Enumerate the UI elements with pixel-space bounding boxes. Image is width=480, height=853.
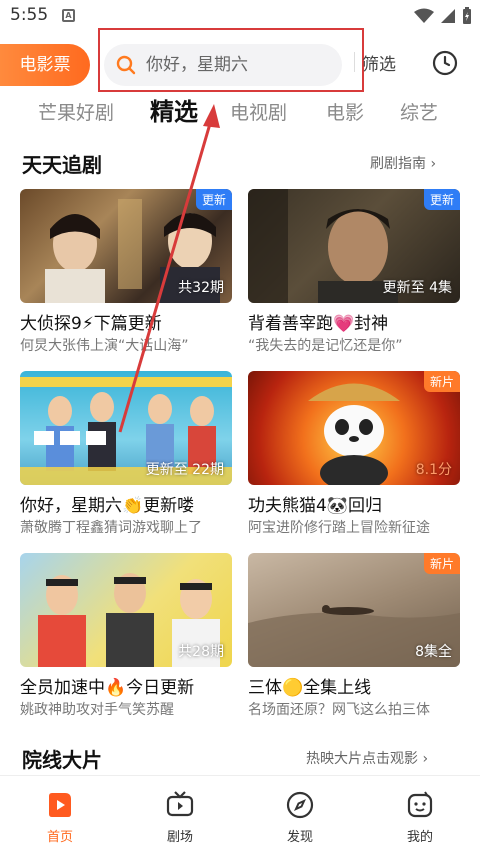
card-subtitle: 名场面还原？网飞这么拍三体	[248, 702, 430, 718]
section-title-daily: 天天追剧	[22, 153, 102, 177]
card-subtitle: 萧敬腾丁程鑫猜词游戏聊上了	[20, 520, 202, 536]
card-title: 你好，星期六👏更新喽	[20, 496, 195, 516]
card-subtitle: 阿宝进阶修行踏上冒险新征途	[248, 520, 430, 536]
video-card[interactable]: 共28期 全员加速中🔥今日更新 姚政神助攻对手气笑苏醒	[20, 553, 232, 725]
card-subtitle: “我失去的是记忆还是你”	[248, 338, 403, 354]
card-episode-count: 8集全	[415, 644, 452, 660]
card-thumbnail: 更新至 22期	[20, 371, 232, 485]
status-time: 5:55	[10, 5, 49, 25]
card-thumbnail: 新片 8集全	[248, 553, 460, 667]
card-thumbnail: 共28期	[20, 553, 232, 667]
nav-theater[interactable]: 剧场	[150, 790, 210, 845]
system-icons	[414, 7, 472, 25]
signal-icon	[441, 9, 455, 23]
card-episode-count: 更新至 22期	[145, 462, 224, 478]
filter-button[interactable]: 筛选	[354, 50, 396, 75]
notification-icon: A	[62, 9, 75, 22]
card-subtitle: 何炅大张伟上演“大话山海”	[20, 338, 189, 354]
app-screen: 5:55 A 电影票 筛选 芒果好剧 精选 电视剧 电影 综艺 天天追剧 刷剧指…	[0, 0, 480, 853]
card-episode-count: 共28期	[178, 644, 224, 660]
section-link-guide[interactable]: 刷剧指南 ›	[370, 153, 436, 173]
section-title-cinema: 院线大片	[22, 748, 102, 772]
card-rating: 8.1分	[415, 462, 452, 478]
card-title: 大侦探9⚡下篇更新	[20, 314, 162, 334]
card-episode-count: 共32期	[178, 280, 224, 296]
profile-face-icon	[407, 791, 433, 818]
bottom-navigation: 首页 剧场 发现 我的	[0, 775, 480, 853]
nav-theater-label: 剧场	[166, 830, 193, 845]
card-title: 三体🟡全集上线	[248, 678, 372, 698]
card-badge: 更新	[423, 189, 460, 210]
card-thumbnail: 更新 共32期	[20, 189, 232, 303]
nav-discover-label: 发现	[286, 830, 313, 845]
card-title: 全员加速中🔥今日更新	[20, 678, 195, 698]
history-clock-icon[interactable]	[432, 50, 458, 76]
video-card[interactable]: 更新 更新至 4集 背着善宰跑💗封神 “我失去的是记忆还是你”	[248, 189, 460, 361]
battery-icon	[463, 7, 471, 24]
movie-ticket-button[interactable]: 电影票	[0, 44, 90, 86]
annotation-highlight-box	[98, 28, 364, 92]
section-link-guide-label: 刷剧指南	[370, 156, 426, 172]
nav-profile-label: 我的	[406, 830, 433, 845]
nav-profile[interactable]: 我的	[390, 790, 450, 845]
card-badge: 新片	[423, 371, 460, 392]
card-thumbnail: 更新 更新至 4集	[248, 189, 460, 303]
nav-discover[interactable]: 发现	[270, 790, 330, 845]
home-play-icon	[49, 793, 71, 817]
card-badge: 新片	[423, 553, 460, 574]
wifi-icon	[414, 8, 434, 23]
compass-icon	[286, 791, 314, 819]
section-link-cinema-label: 热映大片点击观影	[306, 751, 418, 767]
section-link-cinema[interactable]: 热映大片点击观影 ›	[306, 748, 428, 768]
card-title: 背着善宰跑💗封神	[248, 314, 389, 334]
tab-variety[interactable]: 综艺	[400, 98, 438, 125]
category-tabs: 芒果好剧 精选 电视剧 电影 综艺	[0, 92, 480, 134]
nav-home-label: 首页	[46, 830, 73, 845]
card-thumbnail: 新片 8.1分	[248, 371, 460, 485]
video-card[interactable]: 更新 共32期 大侦探9⚡下篇更新 何炅大张伟上演“大话山海”	[20, 189, 232, 361]
video-card[interactable]: 更新至 22期 你好，星期六👏更新喽 萧敬腾丁程鑫猜词游戏聊上了	[20, 371, 232, 543]
video-card[interactable]: 新片 8集全 三体🟡全集上线 名场面还原？网飞这么拍三体	[248, 553, 460, 725]
card-badge: 更新	[195, 189, 232, 210]
card-episode-count: 更新至 4集	[382, 280, 452, 296]
card-subtitle: 姚政神助攻对手气笑苏醒	[20, 702, 174, 718]
tab-mango-drama[interactable]: 芒果好剧	[38, 98, 114, 125]
nav-home[interactable]: 首页	[30, 790, 90, 845]
tab-movies[interactable]: 电影	[326, 98, 364, 125]
top-bar: 电影票 筛选	[0, 28, 480, 94]
tab-featured[interactable]: 精选	[150, 92, 198, 127]
video-card[interactable]: 新片 8.1分 功夫熊猫4🐼回归 阿宝进阶修行踏上冒险新征途	[248, 371, 460, 543]
tab-tv-series[interactable]: 电视剧	[230, 98, 287, 125]
tv-icon	[166, 791, 194, 817]
card-title: 功夫熊猫4🐼回归	[248, 496, 382, 516]
